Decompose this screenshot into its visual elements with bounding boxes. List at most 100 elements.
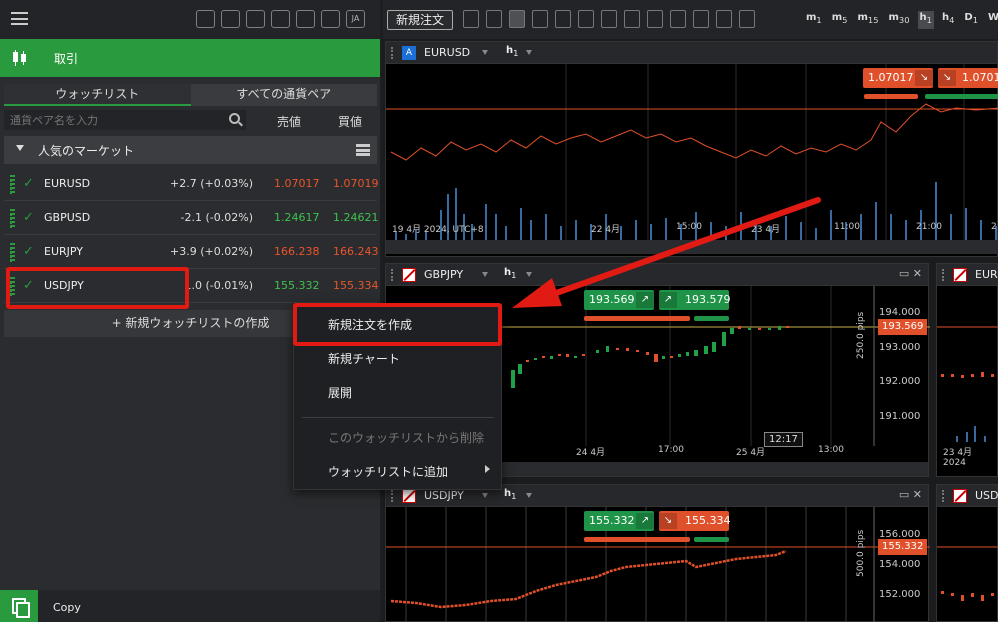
timeframe-d1[interactable]: D1 [962, 11, 980, 29]
x-label: 13:00 [818, 445, 844, 455]
timeframe-m1[interactable]: m1 [804, 11, 824, 29]
drag-handle-icon[interactable] [10, 209, 15, 228]
panel-timeframe[interactable]: h1 [504, 488, 516, 501]
row-ask[interactable]: 166.243 [333, 245, 379, 258]
chart-icon[interactable] [463, 10, 479, 28]
chart-panel-usdjpy-2[interactable]: USD [936, 484, 998, 622]
copy-icon[interactable] [0, 590, 38, 622]
row-bid[interactable]: 1.24617 [274, 211, 320, 224]
language-icon[interactable]: JA [346, 10, 365, 28]
drag-handle-icon[interactable] [10, 243, 15, 262]
chevron-down-icon[interactable] [482, 493, 488, 498]
search-icon[interactable] [229, 113, 240, 124]
window-icon[interactable] [296, 10, 315, 28]
indicator-icon[interactable] [647, 10, 663, 28]
drag-handle-icon[interactable] [391, 269, 394, 281]
volume-icon[interactable] [321, 10, 340, 28]
watchlist-row-eurjpy[interactable]: ✓ EURJPY +3.9 (+0.02%) 166.238 166.243 [4, 236, 379, 269]
spread-bar-buy [694, 537, 729, 542]
chart-panel-eurjpy[interactable]: EUR 23 4月 2024 [936, 263, 998, 477]
current-price-label: 155.332 [878, 539, 928, 555]
drag-handle-icon[interactable] [942, 490, 945, 502]
zoom-in-icon[interactable] [624, 10, 640, 28]
row-ask[interactable]: 1.24621 [333, 211, 379, 224]
popular-markets-section[interactable]: 人気のマーケット [4, 136, 377, 164]
panel-timeframe[interactable]: h1 [504, 267, 516, 280]
drag-handle-icon[interactable] [10, 175, 15, 194]
drag-handle-icon[interactable] [942, 269, 945, 281]
single-layout-icon[interactable] [532, 10, 548, 28]
chart-scrollbar[interactable] [386, 240, 998, 254]
keyboard-icon[interactable] [246, 10, 265, 28]
eye-icon[interactable] [716, 10, 732, 28]
split-layout-icon[interactable] [555, 10, 571, 28]
row-ask[interactable]: 1.07019 [333, 177, 379, 190]
draw-icon[interactable] [578, 10, 594, 28]
fullscreen-icon[interactable] [271, 10, 290, 28]
buy-price-box[interactable]: ↗ 193.579 [659, 290, 731, 310]
hand-icon[interactable] [221, 10, 240, 28]
tab-watchlist[interactable]: ウォッチリスト [4, 84, 191, 106]
watchlist-tabs: ウォッチリスト すべての通貨ペア [4, 84, 377, 106]
column-bid[interactable]: 売値 [277, 113, 301, 130]
panel-symbol[interactable]: EURUSD [424, 46, 470, 59]
layers-icon[interactable] [693, 10, 709, 28]
buy-price-box[interactable]: ↘ 1.0701 [938, 68, 998, 88]
collapse-arrow-icon[interactable] [16, 145, 24, 151]
chevron-down-icon[interactable] [482, 272, 488, 277]
section-menu-icon[interactable] [356, 144, 370, 156]
y-label: 152.000 [879, 589, 921, 600]
menu-item-expand[interactable]: 展開 [328, 384, 352, 401]
trade-header[interactable]: 取引 [0, 39, 380, 77]
chart-panel-eurusd[interactable]: A EURUSD h1 1.07017 ↘ ↘ 1.0701 19 4月 202… [385, 41, 998, 257]
timeframe-w1[interactable]: W1 [986, 11, 998, 29]
timeframe-m30[interactable]: m30 [887, 11, 912, 29]
chevron-down-icon[interactable] [526, 272, 532, 277]
row-ask[interactable]: 155.334 [333, 279, 379, 292]
hamburger-menu-icon[interactable] [11, 12, 28, 25]
row-bid[interactable]: 155.332 [274, 279, 320, 292]
row-bid[interactable]: 166.238 [274, 245, 320, 258]
chart-panel-usdjpy[interactable]: USDJPY h1 ▭ ✕ 155.332 ↗ ↘ 155.334 156.000 … [385, 484, 930, 622]
row-bid[interactable]: 1.07017 [274, 177, 320, 190]
timeframe-h4[interactable]: h4 [940, 11, 956, 29]
settings-icon[interactable] [739, 10, 755, 28]
panel-timeframe[interactable]: h1 [506, 45, 518, 58]
search-input[interactable] [4, 110, 246, 130]
chevron-down-icon[interactable] [482, 50, 488, 55]
sell-price-box[interactable]: 155.332 ↗ [584, 511, 654, 531]
menu-item-new-chart[interactable]: 新規チャート [328, 350, 400, 367]
zoom-out-icon[interactable] [601, 10, 617, 28]
column-ask[interactable]: 買値 [338, 113, 362, 130]
drag-handle-icon[interactable] [391, 490, 394, 502]
sell-price-box[interactable]: 1.07017 ↘ [863, 68, 933, 88]
timeframe-h1[interactable]: h1 [917, 11, 934, 29]
facebook-icon[interactable] [670, 10, 686, 28]
panel-symbol[interactable]: GBPJPY [424, 268, 463, 281]
mail-icon[interactable] [196, 10, 215, 28]
current-price-label: 193.569 [878, 319, 928, 335]
chevron-down-icon[interactable] [526, 493, 532, 498]
grid-layout-icon[interactable] [509, 10, 525, 28]
buy-price: 1.0701 [962, 71, 998, 84]
copy-label[interactable]: Copy [53, 601, 81, 614]
panel-window-controls[interactable]: ▭ ✕ [899, 488, 922, 501]
tab-all-pairs[interactable]: すべての通貨ペア [190, 84, 377, 106]
timeframe-m15[interactable]: m15 [855, 11, 880, 29]
layout-icon[interactable] [486, 10, 502, 28]
panel-window-controls[interactable]: ▭ ✕ [899, 267, 922, 280]
spread-bar-sell [584, 537, 690, 542]
timeframe-m5[interactable]: m5 [830, 11, 850, 29]
drag-handle-icon[interactable] [391, 47, 394, 59]
panel-symbol[interactable]: USDJPY [424, 489, 464, 502]
panel-symbol[interactable]: USD [975, 489, 998, 502]
sell-price-box[interactable]: 193.569 ↗ [584, 290, 654, 310]
watchlist-row-eurusd[interactable]: ✓ EURUSD +2.7 (+0.03%) 1.07017 1.07019 [4, 168, 379, 201]
menu-item-add-to-watchlist[interactable]: ウォッチリストに追加 [328, 463, 448, 480]
panel-symbol[interactable]: EUR [975, 268, 998, 281]
new-order-button[interactable]: 新規注文 [387, 10, 453, 30]
time-marker[interactable]: 12:17 [764, 432, 803, 447]
chevron-down-icon[interactable] [526, 50, 532, 55]
buy-price-box[interactable]: ↘ 155.334 [659, 511, 731, 531]
watchlist-row-gbpusd[interactable]: ✓ GBPUSD -2.1 (-0.02%) 1.24617 1.24621 [4, 202, 379, 235]
